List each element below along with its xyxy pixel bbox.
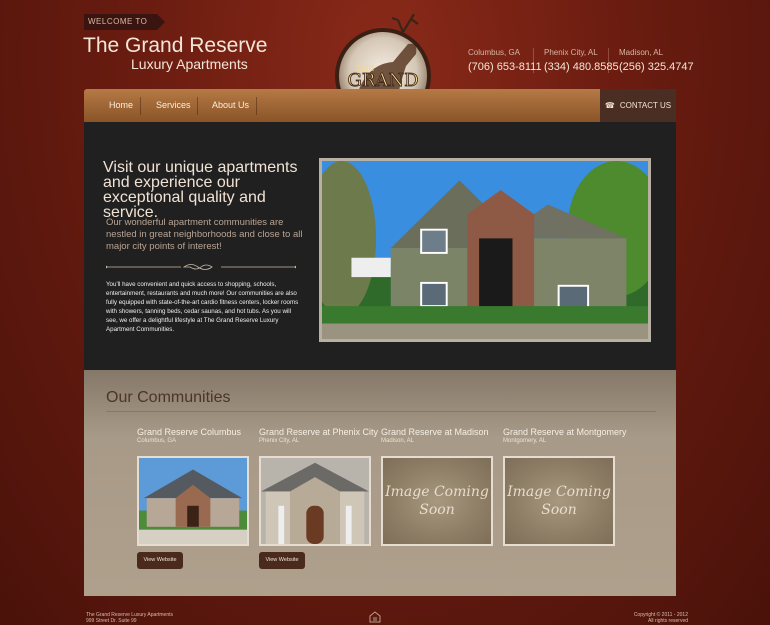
rights-text: All rights reserved (647, 618, 688, 624)
communities-title: Our Communities (106, 389, 231, 406)
hero-body-text: You'll have convenient and quick access … (106, 281, 299, 333)
hero-headline: Visit our unique apartments and experien… (103, 159, 298, 221)
contact-us-label: CONTACT US (619, 101, 672, 110)
contact-columbus: Columbus, GA (706) 653-8111 (468, 48, 542, 73)
svg-text:THE: THE (356, 64, 374, 73)
community-card-montgomery: Grand Reserve at Montgomery Montgomery, … (503, 427, 627, 546)
footer-street: 999 Street Dr. Suite 99 (86, 618, 137, 624)
community-city: Columbus, GA (137, 438, 177, 444)
contact-madison: Madison, AL (256) 325.4747 (608, 48, 694, 73)
hero-section: Visit our unique apartments and experien… (84, 122, 676, 370)
community-name[interactable]: Grand Reserve at Montgomery (503, 427, 627, 437)
community-city: Montgomery, AL (503, 438, 547, 444)
community-card-phenix-city: Grand Reserve at Phenix City Phenix City… (259, 427, 378, 569)
contact-us-button[interactable]: ☎ CONTACT US (600, 89, 676, 122)
contact-phenix-city: Phenix City, AL (334) 480.8585 (533, 48, 619, 73)
ornament-divider (106, 264, 296, 270)
contact-city: Madison, AL (619, 48, 664, 57)
community-card-columbus: Grand Reserve Columbus Columbus, GA View… (137, 427, 252, 569)
hero-intro: Our wonderful apartment communities are … (106, 217, 303, 252)
image-coming-soon-text: Image Coming Soon (505, 458, 613, 544)
community-card-madison: Grand Reserve at Madison Madison, AL Ima… (381, 427, 496, 546)
section-divider (106, 411, 656, 412)
community-city: Madison, AL (381, 438, 415, 444)
nav-divider (197, 97, 198, 115)
image-placeholder: Image Coming Soon (503, 456, 615, 546)
footer-address: The Grand Reserve Luxury Apartments 999 … (86, 612, 173, 624)
view-website-button[interactable]: View Website (259, 552, 305, 569)
community-photo[interactable] (259, 456, 371, 546)
community-name[interactable]: Grand Reserve Columbus (137, 427, 252, 437)
site-title[interactable]: The Grand Reserve (83, 34, 267, 58)
nav-about-us[interactable]: About Us (212, 89, 249, 122)
welcome-tag: WELCOME TO (84, 14, 166, 30)
image-placeholder: Image Coming Soon (381, 456, 493, 546)
nav-divider (140, 97, 141, 115)
nav-divider (256, 97, 257, 115)
view-website-button[interactable]: View Website (137, 552, 183, 569)
community-city: Phenix City, AL (259, 438, 300, 444)
footer-copyright: Copyright © 2011 - 2012 All rights reser… (634, 612, 688, 624)
community-photo[interactable] (137, 456, 249, 546)
contact-city: Columbus, GA (468, 48, 521, 57)
main-nav: Home Services About Us ☎ CONTACT US (84, 89, 676, 122)
nav-services[interactable]: Services (156, 89, 191, 122)
equal-housing-icon (369, 611, 381, 623)
site-subtitle: Luxury Apartments (131, 56, 248, 72)
contact-phone[interactable]: (706) 653-8111 (468, 61, 542, 73)
nav-home[interactable]: Home (109, 89, 133, 122)
svg-text:GRAND: GRAND (347, 70, 418, 91)
hero-apartment-photo (319, 158, 651, 342)
phone-icon: ☎ (604, 101, 615, 110)
community-name[interactable]: Grand Reserve at Phenix City (259, 427, 378, 437)
community-name[interactable]: Grand Reserve at Madison (381, 427, 496, 437)
contact-phone[interactable]: (256) 325.4747 (619, 61, 694, 73)
image-coming-soon-text: Image Coming Soon (383, 458, 491, 544)
communities-section: Our Communities Grand Reserve Columbus C… (84, 370, 676, 596)
